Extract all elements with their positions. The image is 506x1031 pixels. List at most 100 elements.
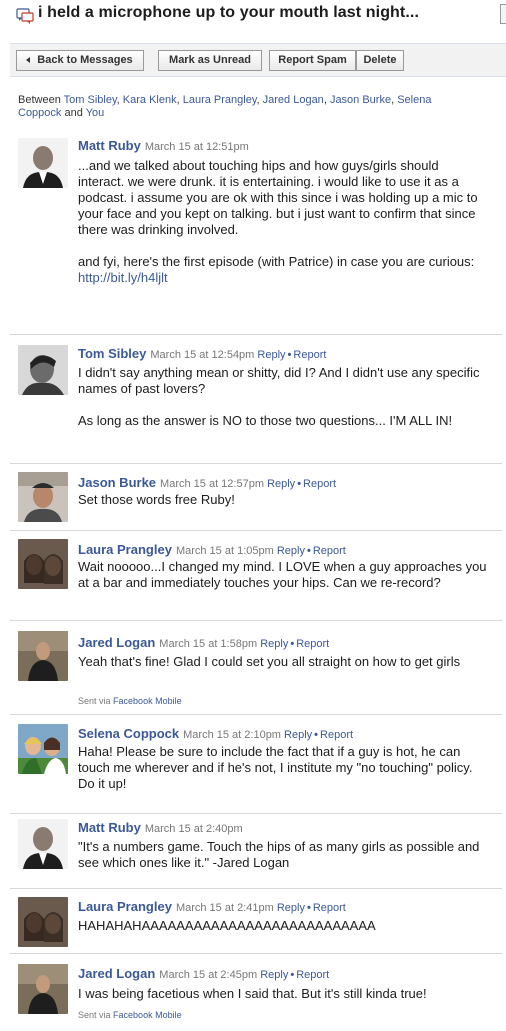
message-item: Tom Sibley March 15 at 12:54pm Reply • Repo… <box>10 335 502 464</box>
report-link[interactable]: Report <box>320 729 353 741</box>
reply-link[interactable]: Reply <box>260 638 288 650</box>
mark-as-unread-button[interactable]: Mark as Unread <box>158 50 262 71</box>
report-link[interactable]: Report <box>303 478 336 490</box>
reply-link[interactable]: Reply <box>260 969 288 981</box>
report-link[interactable]: Report <box>296 969 329 981</box>
reply-link[interactable]: Reply <box>267 478 295 490</box>
message-body: Set those words free Ruby! <box>78 492 488 508</box>
message-body: I was being facetious when I said that. … <box>78 986 488 1002</box>
message-author[interactable]: Matt Ruby <box>78 820 141 835</box>
message-timestamp: March 15 at 2:10pm <box>183 729 281 741</box>
message-item: Laura Prangley March 15 at 2:41pm Reply • R… <box>10 889 502 954</box>
separator-dot: • <box>290 969 295 981</box>
back-to-messages-button[interactable]: Back to Messages <box>16 50 144 71</box>
message-author[interactable]: Jason Burke <box>78 475 156 490</box>
message-body: HAHAHAHAAAAAAAAAAAAAAAAAAAAAAAAAAA <box>78 918 488 934</box>
separator-dot: • <box>297 478 302 490</box>
avatar[interactable] <box>18 631 68 681</box>
options-button[interactable] <box>500 4 506 24</box>
report-link[interactable]: Report <box>296 638 329 650</box>
sent-via-app-link[interactable]: Facebook Mobile <box>113 1010 182 1020</box>
reply-link[interactable]: Reply <box>284 729 312 741</box>
participants-line: Between Tom Sibley, Kara Klenk, Laura Pr… <box>18 94 432 119</box>
sent-via-app-link[interactable]: Facebook Mobile <box>113 696 182 706</box>
message-body: ...and we talked about touching hips and… <box>78 158 488 286</box>
message-toolbar: Back to Messages Mark as Unread Report S… <box>10 43 506 77</box>
message-body: I didn't say anything mean or shitty, di… <box>78 365 488 429</box>
separator-dot: • <box>290 638 295 650</box>
separator-dot: • <box>287 349 292 361</box>
reply-link[interactable]: Reply <box>257 349 285 361</box>
message-timestamp: March 15 at 2:45pm <box>159 969 258 981</box>
message-author[interactable]: Laura Prangley <box>78 542 172 557</box>
message-timestamp: March 15 at 2:41pm <box>175 902 274 914</box>
message-paragraph: "It's a numbers game. Touch the hips of … <box>78 839 480 870</box>
report-link[interactable]: Report <box>313 545 346 557</box>
separator-dot: • <box>306 545 311 557</box>
message-body: Haha! Please be sure to include the fact… <box>78 744 488 792</box>
message-author[interactable]: Matt Ruby <box>78 138 141 153</box>
message-paragraph: Set those words free Ruby! <box>78 492 235 507</box>
message-author[interactable]: Jared Logan <box>78 966 155 981</box>
message-author[interactable]: Selena Coppock <box>78 726 179 741</box>
sent-via: Sent via Facebook Mobile <box>78 1010 182 1020</box>
separator-dot: • <box>314 729 319 741</box>
avatar[interactable] <box>18 539 68 589</box>
message-item: Laura Prangley March 15 at 1:05pm Reply • R… <box>10 531 502 621</box>
participant-link[interactable]: Tom Sibley <box>64 94 117 106</box>
participants-and: and <box>64 107 83 119</box>
message-paragraph: Yeah that's fine! Glad I could set you a… <box>78 654 461 669</box>
participant-link[interactable]: Jared Logan <box>263 94 324 106</box>
participants-prefix: Between <box>18 94 61 106</box>
message-paragraph: I didn't say anything mean or shitty, di… <box>78 365 480 396</box>
message-item: Selena Coppock March 15 at 2:10pm Reply • R… <box>10 715 502 814</box>
message-item: Matt Ruby March 15 at 12:51pm ...and we t… <box>10 127 502 335</box>
reply-link[interactable]: Reply <box>277 545 305 557</box>
message-author[interactable]: Jared Logan <box>78 635 155 650</box>
avatar[interactable] <box>18 897 68 947</box>
avatar[interactable] <box>18 819 68 869</box>
message-item: Jared Logan March 15 at 1:58pm Reply • Repo… <box>10 621 502 715</box>
message-paragraph: As long as the answer is NO to those two… <box>78 413 453 428</box>
message-timestamp: March 15 at 1:05pm <box>175 545 274 557</box>
separator-dot: • <box>306 902 311 914</box>
message-timestamp: March 15 at 12:51pm <box>144 141 249 153</box>
sent-via: Sent via Facebook Mobile <box>78 696 182 706</box>
message-paragraph: Wait nooooo...I changed my mind. I LOVE … <box>78 559 487 590</box>
message-timestamp: March 15 at 2:40pm <box>144 823 243 835</box>
message-timestamp: March 15 at 12:54pm <box>150 349 255 361</box>
message-item: Matt Ruby March 15 at 2:40pm "It's a numb… <box>10 814 502 889</box>
message-link[interactable]: http://bit.ly/h4ljlt <box>78 270 168 285</box>
message-body: Wait nooooo...I changed my mind. I LOVE … <box>78 559 488 591</box>
sent-via-prefix: Sent via <box>78 1010 111 1020</box>
page-header: i held a microphone up to your mouth las… <box>0 0 506 34</box>
message-item: Jared Logan March 15 at 2:45pm Reply • Repo… <box>10 954 502 1029</box>
message-timestamp: March 15 at 12:57pm <box>160 478 264 490</box>
message-body: "It's a numbers game. Touch the hips of … <box>78 839 488 871</box>
message-paragraph: ...and we talked about touching hips and… <box>78 158 478 237</box>
message-paragraph: Haha! Please be sure to include the fact… <box>78 744 473 791</box>
reply-link[interactable]: Reply <box>277 902 305 914</box>
participant-link-you[interactable]: You <box>86 107 105 119</box>
avatar[interactable] <box>18 724 68 774</box>
message-item: Jason Burke March 15 at 12:57pm Reply • Rep… <box>10 464 502 531</box>
sent-via-prefix: Sent via <box>78 696 111 706</box>
delete-button[interactable]: Delete <box>356 50 404 71</box>
message-paragraph: and fyi, here's the first episode (with … <box>78 254 475 269</box>
report-spam-button[interactable]: Report Spam <box>269 50 356 71</box>
avatar[interactable] <box>18 472 68 522</box>
avatar[interactable] <box>18 345 68 395</box>
report-link[interactable]: Report <box>293 349 326 361</box>
message-timestamp: March 15 at 1:58pm <box>159 638 258 650</box>
messages-icon <box>16 8 34 24</box>
avatar[interactable] <box>18 138 68 188</box>
participant-link[interactable]: Jason Burke <box>330 94 391 106</box>
participant-link[interactable]: Laura Prangley <box>183 94 257 106</box>
report-link[interactable]: Report <box>313 902 346 914</box>
message-paragraph: I was being facetious when I said that. … <box>78 986 427 1001</box>
message-author[interactable]: Laura Prangley <box>78 899 172 914</box>
message-author[interactable]: Tom Sibley <box>78 346 146 361</box>
page-title: i held a microphone up to your mouth las… <box>38 4 419 21</box>
participant-link[interactable]: Kara Klenk <box>123 94 177 106</box>
avatar[interactable] <box>18 964 68 1014</box>
